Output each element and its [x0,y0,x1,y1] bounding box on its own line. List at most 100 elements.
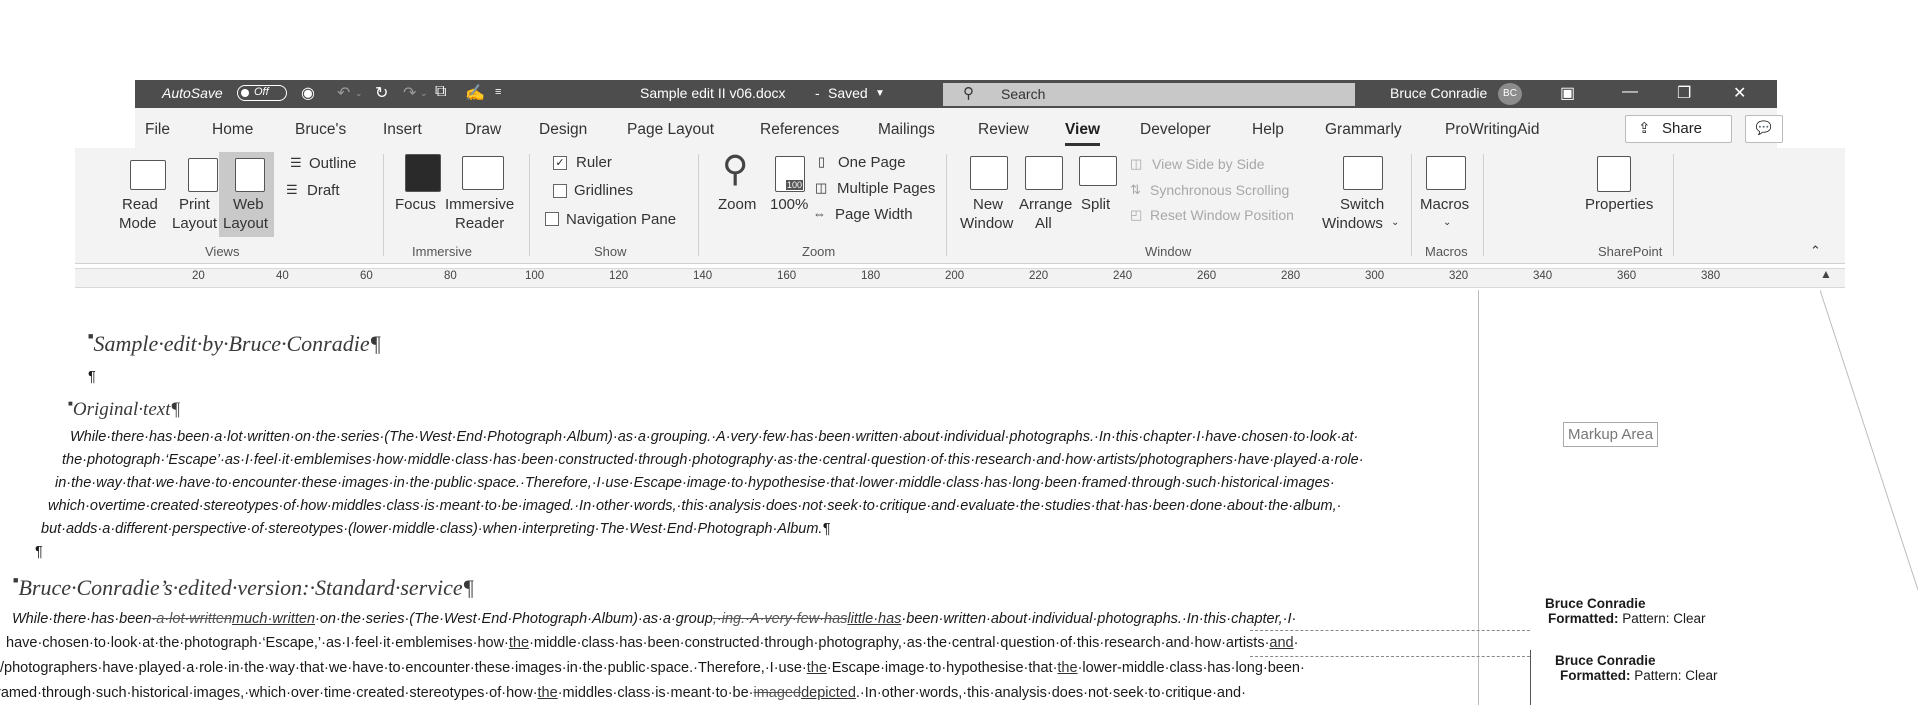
properties-button[interactable]: Properties [1585,196,1653,213]
autosave-toggle[interactable]: Off [237,85,287,101]
comment-label: Formatted: [1548,611,1619,626]
group-views: Views [205,244,240,259]
inserted-text: much·written [232,611,316,627]
print-layout-label-2[interactable]: Layout [172,215,217,232]
text-run: ·been·written·about·individual·photograp… [901,611,1297,627]
tab-page-layout[interactable]: Page Layout [627,121,714,139]
zoom-button[interactable]: Zoom [718,196,756,213]
tab-insert[interactable]: Insert [383,121,422,139]
search-icon: ⚲ [963,85,974,102]
screenshot-icon[interactable]: ⧉ [435,83,446,101]
divider [698,154,699,256]
macros-icon [1426,156,1466,190]
page-width-button[interactable]: Page Width [835,206,913,223]
tab-design[interactable]: Design [539,121,587,139]
ruler-label: Ruler [576,154,612,171]
new-window-label-2[interactable]: Window [960,215,1013,232]
search-box[interactable]: ⚲ Search [943,83,1355,106]
share-button[interactable]: ⇪ Share [1625,115,1732,143]
divider [1673,154,1674,256]
empty-paragraph: ¶ [88,369,96,385]
focus-button[interactable]: Focus [395,196,436,213]
restore-icon[interactable]: ❐ [1677,83,1691,103]
tab-help[interactable]: Help [1252,121,1284,139]
text-run: ·middle·class·has·been·constructed·throu… [529,635,1270,651]
print-layout-label-1[interactable]: Print [179,196,210,213]
touch-mode-icon[interactable]: ✍ [465,83,485,103]
immersive-reader-label-1[interactable]: Immersive [445,196,514,213]
tab-view[interactable]: View [1065,121,1101,146]
divider [383,154,384,256]
synchronous-scrolling-button[interactable]: Synchronous Scrolling [1150,182,1289,198]
close-icon[interactable]: ✕ [1733,83,1746,103]
customize-toolbar-icon[interactable]: ≡ [495,86,501,98]
comments-button[interactable]: 💬 [1745,115,1783,143]
navigation-pane-checkbox[interactable] [545,212,559,226]
tab-file[interactable]: File [145,121,170,139]
tab-draw[interactable]: Draw [465,121,501,139]
ruler-tick: 60 [360,270,373,282]
read-mode-label-1[interactable]: Read [122,196,158,213]
reset-window-position-icon: ◰ [1130,207,1143,222]
heading-text: Bruce·Conradie’s·edited·version:·Standar… [18,575,475,600]
tab-prowritingaid[interactable]: ProWritingAid [1445,121,1539,139]
tab-references[interactable]: References [760,121,839,139]
zoom-100-icon-label: 100 [785,180,803,190]
one-page-button[interactable]: One Page [838,154,906,171]
switch-windows-dropdown-icon[interactable]: ⌄ [1391,217,1399,228]
document-filename: Sample edit II v06.docx [640,85,786,101]
comment-balloon[interactable]: Bruce Conradie Formatted: Pattern: Clear [1555,653,1718,683]
gridlines-checkbox[interactable] [553,184,567,198]
arrange-all-label-1[interactable]: Arrange [1019,196,1072,213]
multiple-pages-button[interactable]: Multiple Pages [837,180,935,197]
outline-button[interactable]: Outline [309,155,357,172]
redo-icon[interactable]: ↻ [375,83,388,103]
comment-balloon[interactable]: Bruce Conradie Formatted: Pattern: Clear [1545,596,1706,626]
read-mode-label-2[interactable]: Mode [119,215,157,232]
gridlines-label: Gridlines [574,182,634,199]
saved-dropdown-icon[interactable]: ▼ [875,88,885,99]
undo-dropdown-icon[interactable]: ⌄ [355,88,363,99]
tab-review[interactable]: Review [978,121,1029,139]
web-layout-label-1[interactable]: Web [233,196,264,213]
collapse-ribbon-icon[interactable]: ⌃ [1810,243,1821,259]
read-mode-icon [130,160,166,190]
tab-bruces[interactable]: Bruce's [295,121,346,139]
minimize-icon[interactable]: — [1622,83,1638,101]
original-line: the·photograph·‘Escape’·as·I·feel·it·emb… [62,452,1364,468]
switch-windows-label-2[interactable]: Windows [1322,215,1383,232]
save-icon[interactable]: ◉ [301,83,315,103]
undo-icon[interactable]: ↶ [337,83,350,103]
zoom-100-button[interactable]: 100% [770,196,808,213]
avatar[interactable]: BC [1498,83,1522,105]
arrange-all-label-2[interactable]: All [1035,215,1052,232]
macros-dropdown-icon[interactable]: ⌄ [1443,217,1451,228]
repeat-icon[interactable]: ↷ [403,83,416,103]
macros-button[interactable]: Macros [1420,196,1469,213]
user-name[interactable]: Bruce Conradie [1390,85,1487,101]
comment-text: Pattern: Clear [1634,668,1718,683]
draft-button[interactable]: Draft [307,182,340,199]
saved-status[interactable]: Saved [828,85,868,101]
tab-mailings[interactable]: Mailings [878,121,935,139]
switch-windows-label-1[interactable]: Switch [1340,196,1384,213]
edited-line: /photographers·have·played·a·role·in·the… [0,660,1305,676]
reset-window-position-button[interactable]: Reset Window Position [1150,207,1294,223]
view-side-by-side-button[interactable]: View Side by Side [1152,156,1265,172]
print-layout-icon [188,158,218,192]
web-layout-label-2[interactable]: Layout [223,215,268,232]
scroll-up-icon[interactable]: ▲ [1820,267,1832,281]
ribbon-display-options-icon[interactable]: ▣ [1560,83,1575,103]
new-window-label-1[interactable]: New [973,196,1003,213]
ruler[interactable]: 20 40 60 80 100 120 140 160 180 200 220 … [75,267,1845,288]
split-button[interactable]: Split [1081,196,1110,213]
repeat-dropdown-icon[interactable]: ⌄ [420,88,428,99]
text-run: .·In·other·words,·this·analysis·does·not… [855,685,1246,701]
tab-developer[interactable]: Developer [1140,121,1211,139]
tab-home[interactable]: Home [212,121,253,139]
ruler-tick: 120 [609,270,629,282]
immersive-reader-label-2[interactable]: Reader [455,215,504,232]
text-run: have·chosen·to·look·at·the·photograph·‘E… [6,635,509,651]
ruler-checkbox[interactable]: ✓ [553,156,567,170]
tab-grammarly[interactable]: Grammarly [1325,121,1402,139]
